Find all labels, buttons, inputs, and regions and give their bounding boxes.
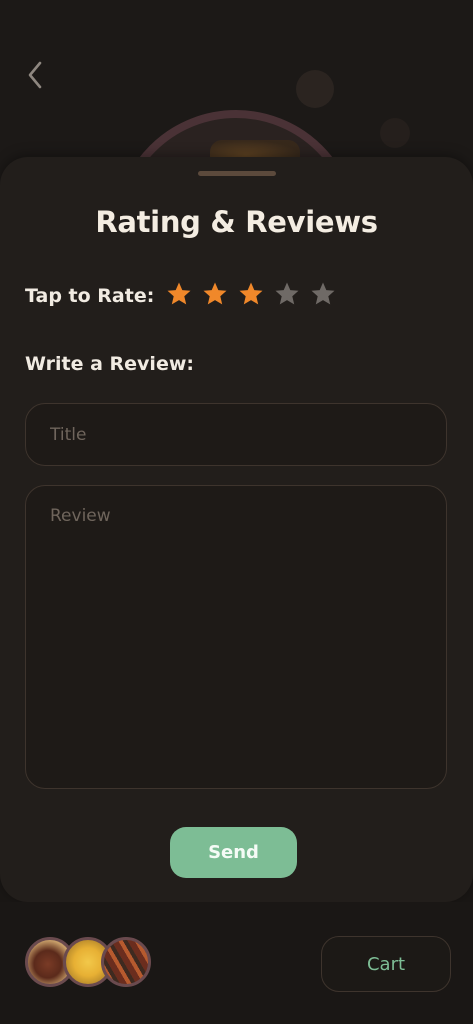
rating-sheet: Rating & Reviews Tap to Rate: Write a Re… (0, 157, 473, 902)
tap-to-rate-label: Tap to Rate: (25, 285, 155, 307)
cart-items-preview[interactable] (25, 937, 155, 987)
background-bokeh (296, 70, 334, 108)
star-empty-icon[interactable] (310, 281, 336, 307)
star-filled-icon[interactable] (202, 281, 228, 307)
chevron-left-icon (28, 61, 42, 89)
sheet-title: Rating & Reviews (95, 205, 378, 239)
review-title-input[interactable] (25, 403, 447, 466)
star-filled-icon[interactable] (238, 281, 264, 307)
star-rating[interactable] (166, 281, 336, 307)
write-review-label: Write a Review: (25, 353, 194, 375)
star-filled-icon[interactable] (166, 281, 192, 307)
cart-item-thumbnail (101, 937, 151, 987)
send-button[interactable]: Send (170, 827, 297, 878)
cart-button[interactable]: Cart (321, 936, 451, 992)
back-button[interactable] (18, 58, 52, 92)
review-body-input[interactable] (25, 485, 447, 789)
sheet-drag-handle[interactable] (198, 171, 276, 176)
bottom-bar: Cart (0, 902, 473, 1024)
background-bokeh (380, 118, 410, 148)
star-empty-icon[interactable] (274, 281, 300, 307)
